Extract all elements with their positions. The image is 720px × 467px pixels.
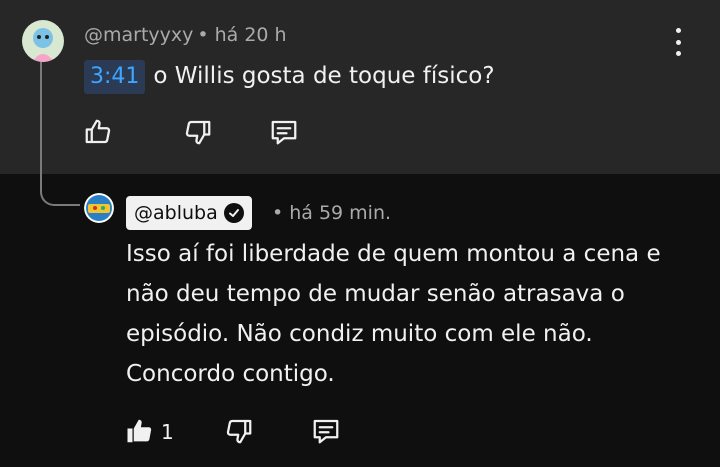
parent-author-avatar[interactable]	[22, 20, 64, 62]
reply-dislike-button[interactable]	[221, 413, 257, 449]
thumb-down-icon	[185, 120, 211, 145]
dislike-button[interactable]	[180, 114, 216, 150]
thumb-down-icon	[226, 419, 252, 444]
reply-author-handle: @abluba	[134, 202, 218, 224]
verified-check-icon	[223, 203, 244, 223]
thread-connector-line	[40, 62, 80, 206]
reply-reply-button[interactable]	[308, 413, 344, 449]
reply-comment-time: há 59 min.	[289, 202, 392, 224]
reply-comment-meta: • há 59 min.	[268, 202, 391, 224]
reply-comment-icon	[313, 419, 339, 444]
meta-separator: •	[272, 202, 284, 224]
reply-author-handle-chip[interactable]: @abluba	[126, 196, 252, 230]
parent-author-handle[interactable]: @martyyxy	[84, 24, 193, 46]
like-button[interactable]	[80, 114, 116, 150]
reply-button[interactable]	[266, 114, 302, 150]
parent-comment-text: o Willis gosta de toque físico?	[153, 63, 495, 89]
parent-comment-time: há 20 h	[214, 24, 287, 46]
reply-author-avatar[interactable]	[84, 193, 114, 223]
reply-like-count: 1	[161, 420, 174, 444]
thumb-up-filled-icon	[127, 419, 152, 443]
reply-like-button[interactable]	[122, 413, 158, 449]
meta-separator: •	[197, 24, 209, 46]
parent-comment-meta: @martyyxy • há 20 h	[84, 24, 287, 46]
video-timestamp-link[interactable]: 3:41	[84, 60, 146, 94]
thumb-up-icon	[85, 119, 111, 144]
parent-comment-body: 3:41 o Willis gosta de toque físico?	[84, 60, 495, 94]
more-vertical-icon[interactable]	[668, 28, 688, 56]
reply-comment-icon	[271, 120, 297, 145]
reply-comment-text: Isso aí foi liberdade de quem montou a c…	[126, 241, 661, 387]
